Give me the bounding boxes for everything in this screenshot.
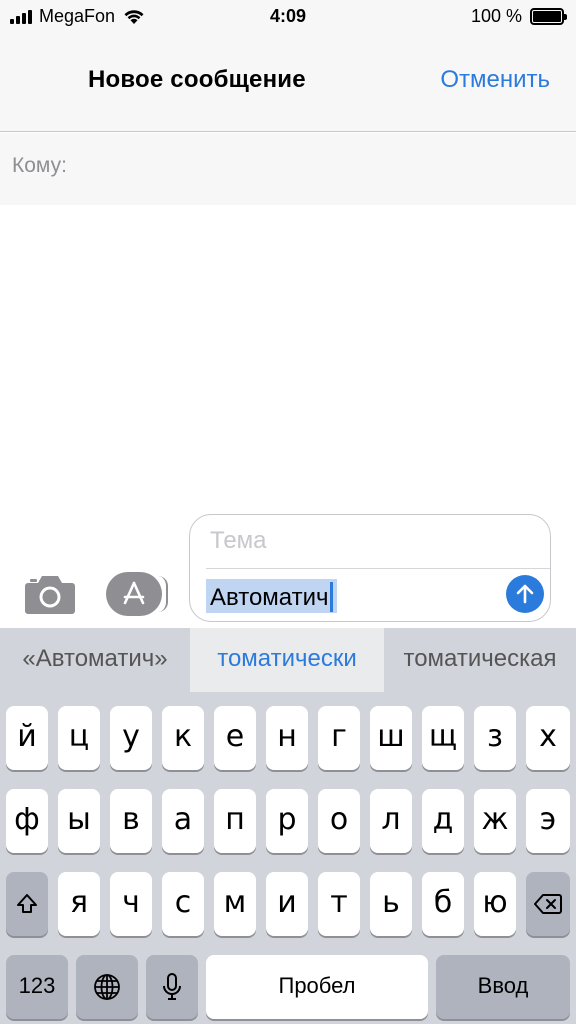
backspace-icon — [534, 894, 562, 914]
key[interactable]: у — [110, 706, 152, 770]
key[interactable]: л — [370, 789, 412, 853]
suggestion-item-selected[interactable]: томатически — [190, 628, 384, 692]
key[interactable]: я — [58, 872, 100, 936]
globe-icon — [94, 974, 120, 1000]
key[interactable]: ь — [370, 872, 412, 936]
message-text: Автоматич — [210, 584, 329, 611]
key[interactable]: и — [266, 872, 308, 936]
globe-key[interactable] — [76, 955, 138, 1019]
battery-percentage: 100 % — [470, 6, 522, 26]
recipient-field[interactable]: Кому: — [0, 133, 576, 205]
status-bar: MegaFon 4:09 100 % — [0, 0, 576, 34]
key[interactable]: ю — [474, 872, 516, 936]
key[interactable]: й — [6, 706, 48, 770]
suggestion-item[interactable]: «Автоматич» — [0, 628, 190, 692]
shift-icon — [17, 894, 37, 913]
key[interactable]: а — [162, 789, 204, 853]
text-cursor — [329, 582, 333, 612]
key[interactable]: з — [474, 706, 516, 770]
key[interactable]: х — [526, 706, 570, 770]
key[interactable]: ш — [370, 706, 412, 770]
key[interactable]: е — [214, 706, 256, 770]
dictation-key[interactable] — [146, 955, 198, 1019]
suggestion-item[interactable]: томатическая — [384, 628, 576, 692]
key[interactable]: ж — [474, 789, 516, 853]
key[interactable]: д — [422, 789, 464, 853]
key[interactable]: о — [318, 789, 360, 853]
microphone-icon — [163, 973, 181, 1000]
page-title: Новое сообщение — [88, 66, 306, 93]
key[interactable]: п — [214, 789, 256, 853]
app-store-button[interactable] — [106, 572, 168, 616]
key[interactable]: ы — [58, 789, 100, 853]
shift-key[interactable] — [6, 872, 48, 936]
navigation-bar: Новое сообщение Отменить — [0, 34, 576, 132]
compose-divider — [206, 568, 550, 569]
key[interactable]: в — [110, 789, 152, 853]
key[interactable]: с — [162, 872, 204, 936]
compose-box: Тема Автоматич — [189, 514, 551, 622]
backspace-key[interactable] — [526, 872, 570, 936]
app-store-icon — [123, 581, 145, 605]
key[interactable]: м — [214, 872, 256, 936]
message-input[interactable]: Автоматич — [206, 579, 337, 613]
numbers-key[interactable]: 123 — [6, 955, 68, 1019]
send-button[interactable] — [506, 575, 544, 613]
camera-icon[interactable] — [24, 573, 76, 615]
key[interactable]: ф — [6, 789, 48, 853]
key[interactable]: г — [318, 706, 360, 770]
send-arrow-icon — [516, 584, 534, 604]
space-key[interactable]: Пробел — [206, 955, 428, 1019]
key[interactable]: щ — [422, 706, 464, 770]
key[interactable]: р — [266, 789, 308, 853]
key[interactable]: к — [162, 706, 204, 770]
key[interactable]: т — [318, 872, 360, 936]
key[interactable]: ц — [58, 706, 100, 770]
cancel-button[interactable]: Отменить — [440, 66, 550, 94]
return-key[interactable]: Ввод — [436, 955, 570, 1019]
key[interactable]: э — [526, 789, 570, 853]
key[interactable]: б — [422, 872, 464, 936]
keyboard: «Автоматич» томатически томатическая й ц… — [0, 628, 576, 1024]
key[interactable]: н — [266, 706, 308, 770]
suggestion-bar: «Автоматич» томатически томатическая — [0, 628, 576, 692]
key[interactable]: ч — [110, 872, 152, 936]
battery-icon — [530, 8, 567, 25]
status-right: 100 % — [470, 6, 567, 27]
recipient-label: Кому: — [12, 154, 67, 177]
subject-input[interactable]: Тема — [210, 527, 267, 555]
